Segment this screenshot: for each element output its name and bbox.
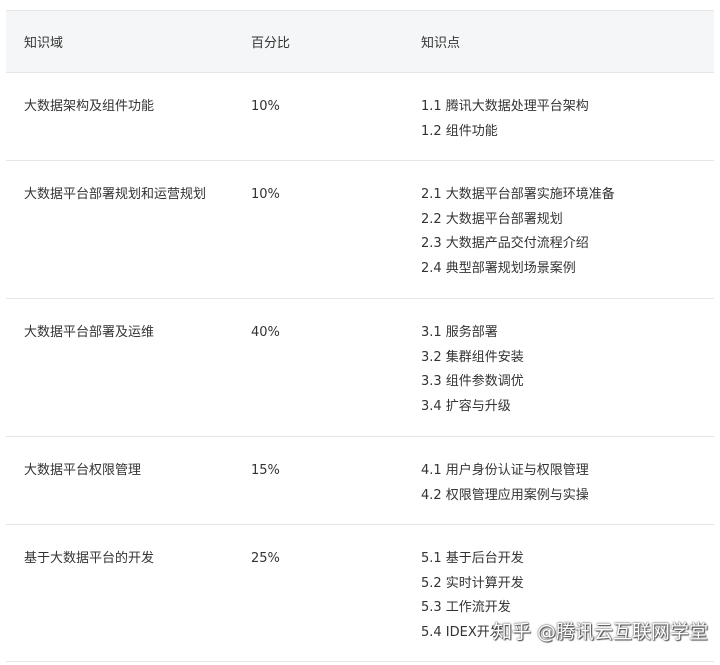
knowledge-point: 3.3 组件参数调优 bbox=[421, 374, 524, 390]
watermark: 知乎 @腾讯云互联网学堂 bbox=[492, 621, 708, 643]
knowledge-point: 3.2 集群组件安装 bbox=[421, 349, 524, 365]
table-header-row: 知识域 百分比 知识点 bbox=[6, 10, 714, 73]
points-cell: 1.1 腾讯大数据处理平台架构 1.2 组件功能 bbox=[403, 72, 714, 161]
domain-cell: 大数据平台权限管理 bbox=[6, 436, 233, 525]
knowledge-point: 3.4 扩容与升级 bbox=[421, 399, 511, 415]
domain-cell: 大数据平台部署规划和运营规划 bbox=[6, 160, 233, 299]
knowledge-point: 4.1 用户身份认证与权限管理 bbox=[421, 463, 589, 478]
page: 知识域 百分比 知识点 大数据架构及组件功能 10% 1.1 腾讯大数据处理平台… bbox=[0, 0, 720, 665]
percent-cell: 15% bbox=[233, 436, 403, 525]
knowledge-point: 2.1 大数据平台部署实施环境准备 bbox=[421, 187, 615, 202]
points-cell: 2.1 大数据平台部署实施环境准备 2.2 大数据平台部署规划 2.3 大数据产… bbox=[403, 160, 714, 299]
knowledge-point: 3.1 服务部署 bbox=[421, 325, 498, 340]
knowledge-point: 2.4 典型部署规划场景案例 bbox=[421, 261, 576, 277]
percent-cell: 25% bbox=[233, 524, 403, 662]
percent-cell: 40% bbox=[233, 298, 403, 437]
domain-cell: 大数据架构及组件功能 bbox=[6, 72, 233, 161]
domain-cell: 大数据平台部署及运维 bbox=[6, 298, 233, 437]
table-row: 大数据平台部署及运维 40% 3.1 服务部署 3.2 集群组件安装 3.3 组… bbox=[6, 298, 714, 437]
knowledge-table: 知识域 百分比 知识点 大数据架构及组件功能 10% 1.1 腾讯大数据处理平台… bbox=[6, 10, 714, 662]
header-points: 知识点 bbox=[403, 10, 714, 73]
points-cell: 4.1 用户身份认证与权限管理 4.2 权限管理应用案例与实操 bbox=[403, 436, 714, 525]
knowledge-point: 4.2 权限管理应用案例与实操 bbox=[421, 487, 589, 503]
table-row: 大数据平台权限管理 15% 4.1 用户身份认证与权限管理 4.2 权限管理应用… bbox=[6, 436, 714, 525]
percent-cell: 10% bbox=[233, 72, 403, 161]
knowledge-point: 1.1 腾讯大数据处理平台架构 bbox=[421, 99, 589, 114]
header-percent: 百分比 bbox=[233, 10, 403, 73]
knowledge-point: 5.1 基于后台开发 bbox=[421, 551, 524, 566]
points-cell: 3.1 服务部署 3.2 集群组件安装 3.3 组件参数调优 3.4 扩容与升级 bbox=[403, 298, 714, 437]
domain-cell: 基于大数据平台的开发 bbox=[6, 524, 233, 662]
knowledge-point: 2.3 大数据产品交付流程介绍 bbox=[421, 236, 589, 252]
table-row: 大数据平台部署规划和运营规划 10% 2.1 大数据平台部署实施环境准备 2.2… bbox=[6, 160, 714, 299]
percent-cell: 10% bbox=[233, 160, 403, 299]
header-domain: 知识域 bbox=[6, 10, 233, 73]
knowledge-point: 2.2 大数据平台部署规划 bbox=[421, 211, 563, 227]
table-row: 大数据架构及组件功能 10% 1.1 腾讯大数据处理平台架构 1.2 组件功能 bbox=[6, 72, 714, 161]
knowledge-point: 1.2 组件功能 bbox=[421, 123, 498, 139]
knowledge-point: 5.2 实时计算开发 bbox=[421, 575, 524, 591]
